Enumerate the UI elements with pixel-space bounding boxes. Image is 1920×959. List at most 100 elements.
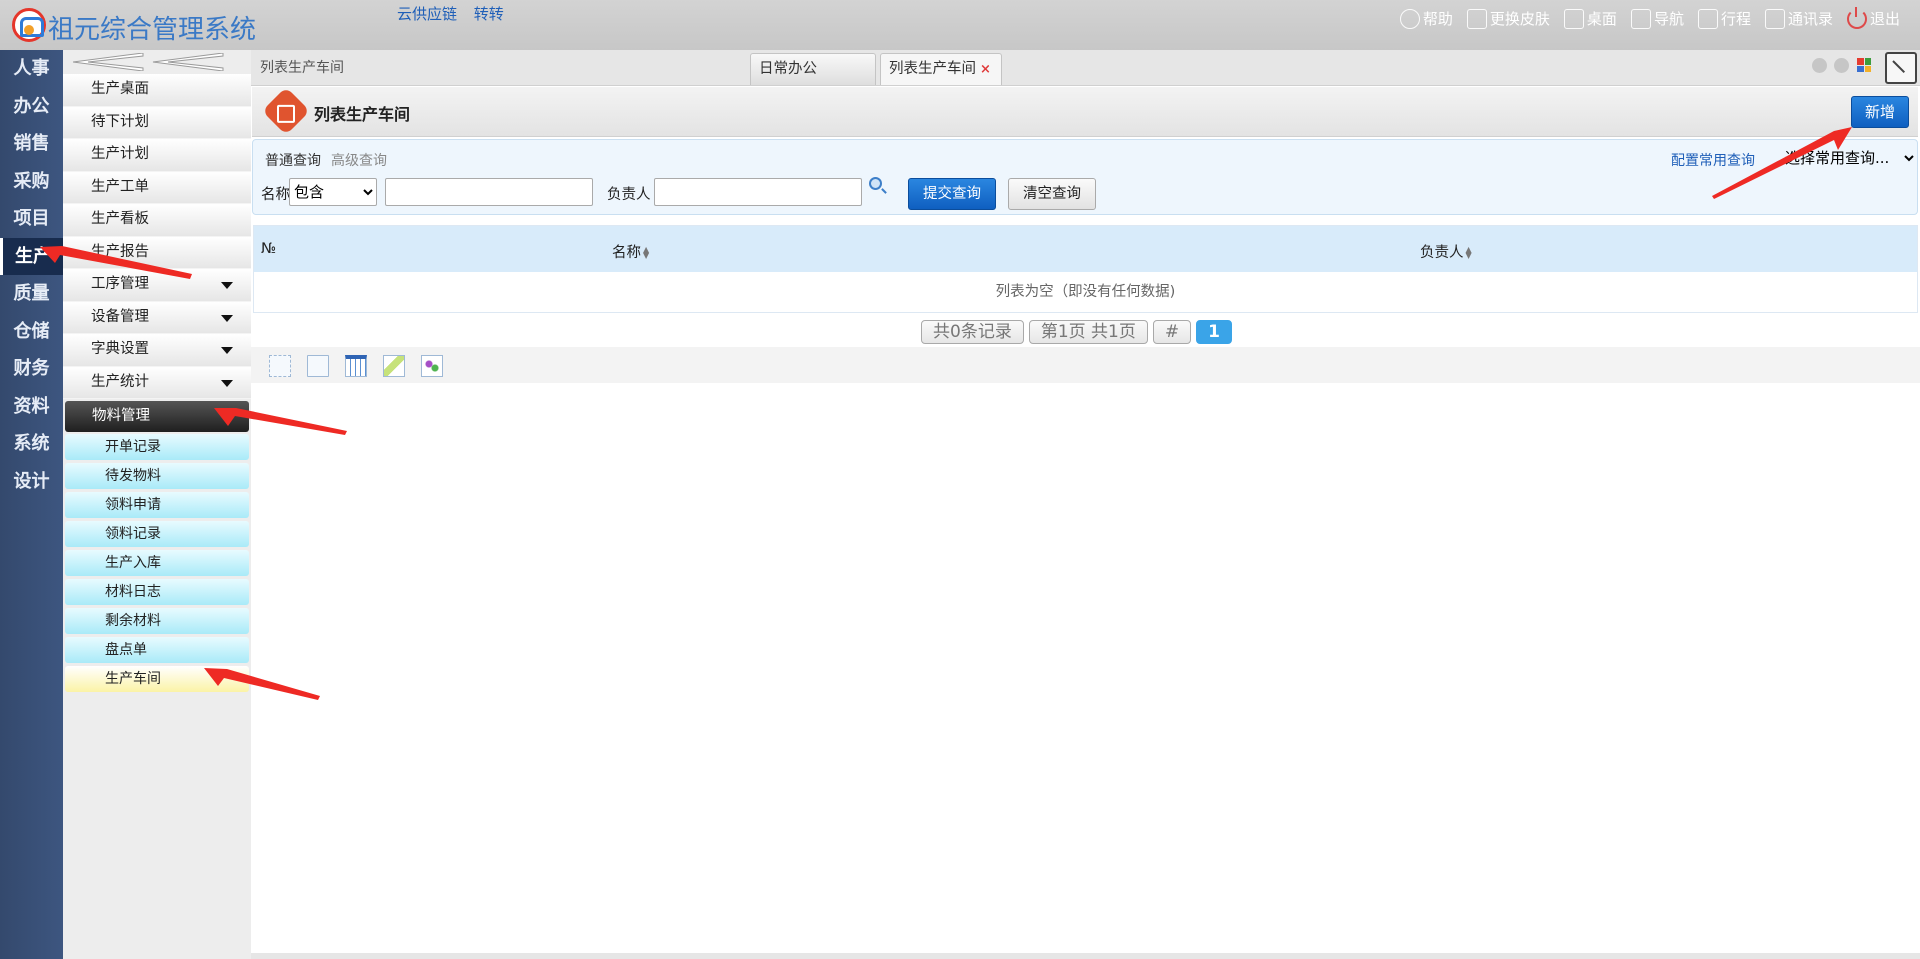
- contacts-icon: [1764, 8, 1785, 29]
- module-project[interactable]: 项目: [0, 200, 63, 238]
- tab-menu-icon[interactable]: [1857, 58, 1871, 72]
- double-chevron-left-icon: [73, 53, 224, 71]
- change-skin-button[interactable]: 更换皮肤: [1466, 8, 1550, 29]
- tab-scroll-right-icon[interactable]: [1834, 58, 1849, 73]
- menu-group-materials[interactable]: 物料管理: [65, 401, 249, 432]
- module-sales[interactable]: 销售: [0, 125, 63, 163]
- sub-item-material-log[interactable]: 材料日志: [65, 579, 249, 605]
- top-right-menu: 帮助 更换皮肤 桌面 导航 行程 通讯录 退出: [1399, 6, 1900, 29]
- search-icon[interactable]: [869, 177, 882, 190]
- config-common-query-link[interactable]: 配置常用查询: [1671, 150, 1755, 170]
- page-jump-button[interactable]: #: [1152, 320, 1192, 344]
- help-icon: [1399, 8, 1420, 29]
- add-button[interactable]: 新增: [1851, 96, 1909, 128]
- owner-input[interactable]: [654, 178, 862, 206]
- tab-scroll-left-icon[interactable]: [1812, 58, 1827, 73]
- column-name[interactable]: 名称 ▲ ▼: [612, 241, 651, 262]
- menu-item-production-plan[interactable]: 生产计划: [63, 139, 251, 172]
- menu-group-statistics-label: 生产统计: [91, 373, 149, 390]
- collapse-menu-button[interactable]: [63, 50, 251, 74]
- module-design[interactable]: 设计: [0, 463, 63, 501]
- menu-item-kanban[interactable]: 生产看板: [63, 204, 251, 237]
- desktop-label: 桌面: [1586, 10, 1617, 28]
- tab-advanced-query[interactable]: 高级查询: [331, 150, 387, 170]
- breadcrumb: 列表生产车间: [260, 60, 344, 76]
- sub-item-inventory-count[interactable]: 盘点单: [65, 637, 249, 663]
- app-logo-icon: [12, 8, 46, 42]
- name-label: 名称: [261, 187, 290, 203]
- nav-label: 导航: [1653, 10, 1684, 28]
- tab-daily-office[interactable]: 日常办公（new): [750, 53, 876, 107]
- name-input[interactable]: [385, 178, 593, 206]
- menu-group-dictionary-label: 字典设置: [91, 341, 149, 357]
- sub-item-order-records[interactable]: 开单记录: [65, 434, 249, 460]
- module-hr[interactable]: 人事: [0, 50, 63, 88]
- sub-item-material-records[interactable]: 领料记录: [65, 521, 249, 547]
- top-links: 云供应链 转转: [397, 3, 516, 24]
- document-icon[interactable]: [307, 355, 329, 377]
- menu-item-work-order[interactable]: 生产工单: [63, 171, 251, 204]
- top-link-supply-chain[interactable]: 云供应链: [397, 5, 457, 23]
- caret-down-icon: [221, 379, 233, 387]
- column-owner[interactable]: 负责人 ▲ ▼: [1420, 241, 1474, 262]
- sub-item-production-inbound[interactable]: 生产入库: [65, 550, 249, 576]
- submit-query-button[interactable]: 提交查询: [908, 178, 996, 210]
- sub-item-pending-materials[interactable]: 待发物料: [65, 463, 249, 489]
- fullscreen-icon[interactable]: [1885, 52, 1917, 84]
- edit-icon[interactable]: [383, 355, 405, 377]
- tab-normal-query[interactable]: 普通查询: [265, 150, 321, 170]
- module-system[interactable]: 系统: [0, 425, 63, 463]
- clear-query-button[interactable]: 清空查询: [1008, 178, 1096, 210]
- logout-button[interactable]: 退出: [1846, 6, 1900, 29]
- total-records: 共0条记录: [921, 320, 1024, 344]
- nav-button[interactable]: 导航: [1630, 8, 1684, 29]
- close-icon[interactable]: ×: [980, 62, 991, 77]
- power-icon: [1846, 6, 1867, 29]
- menu-group-equipment[interactable]: 设备管理: [63, 301, 251, 334]
- owner-label: 负责人: [607, 187, 651, 203]
- empty-message: 列表为空（即没有任何数据): [254, 272, 1917, 312]
- sub-item-production-workshop[interactable]: 生产车间: [65, 666, 249, 692]
- desktop-button[interactable]: 桌面: [1563, 8, 1617, 29]
- module-sidebar: 人事 办公 销售 采购 项目 生产 质量 仓储 财务 资料 系统 设计: [0, 50, 63, 959]
- contacts-button[interactable]: 通讯录: [1764, 8, 1833, 29]
- query-panel: 普通查询 高级查询 配置常用查询 选择常用查询... 名称 包含 负责人 提交查…: [252, 139, 1918, 215]
- menu-group-dictionary[interactable]: 字典设置: [63, 334, 251, 367]
- bottom-strip: [251, 953, 1920, 959]
- puzzle-icon[interactable]: [421, 355, 443, 377]
- page-button-current[interactable]: 1: [1196, 320, 1232, 344]
- common-query-select[interactable]: 选择常用查询...: [1781, 146, 1917, 170]
- schedule-button[interactable]: 行程: [1697, 8, 1751, 29]
- help-button[interactable]: 帮助: [1399, 8, 1453, 29]
- page-title: 列表生产车间: [314, 105, 411, 124]
- calendar-icon: [1697, 8, 1718, 29]
- module-data[interactable]: 资料: [0, 388, 63, 426]
- module-warehouse[interactable]: 仓储: [0, 313, 63, 351]
- top-link-zhuanzhuan[interactable]: 转转: [474, 5, 504, 23]
- name-operator-select[interactable]: 包含: [289, 178, 377, 206]
- list-toolbar: [251, 347, 1920, 383]
- logout-label: 退出: [1869, 10, 1900, 28]
- contacts-label: 通讯录: [1787, 10, 1833, 28]
- module-production[interactable]: 生产: [0, 237, 63, 275]
- menu-item-production-desktop[interactable]: 生产桌面: [63, 74, 251, 107]
- module-purchase[interactable]: 采购: [0, 163, 63, 201]
- column-number: №: [261, 241, 277, 257]
- select-icon[interactable]: [269, 355, 291, 377]
- sub-item-material-request[interactable]: 领料申请: [65, 492, 249, 518]
- table-header: № 名称 ▲ ▼ 负责人 ▲ ▼: [254, 226, 1917, 272]
- tab-production-workshop[interactable]: 列表生产车间 ×: [880, 53, 1002, 85]
- column-name-label: 名称: [612, 245, 641, 261]
- menu-group-statistics[interactable]: 生产统计: [63, 366, 251, 399]
- help-label: 帮助: [1422, 10, 1453, 28]
- table-icon[interactable]: [345, 355, 367, 377]
- home-icon: [1563, 8, 1584, 29]
- module-office[interactable]: 办公: [0, 88, 63, 126]
- menu-item-pending-plan[interactable]: 待下计划: [63, 106, 251, 139]
- nav-icon: [1630, 8, 1651, 29]
- sub-item-remaining-materials[interactable]: 剩余材料: [65, 608, 249, 634]
- module-quality[interactable]: 质量: [0, 275, 63, 313]
- menu-item-production-report[interactable]: 生产报告: [63, 236, 251, 269]
- module-finance[interactable]: 财务: [0, 350, 63, 388]
- menu-group-process[interactable]: 工序管理: [63, 269, 251, 302]
